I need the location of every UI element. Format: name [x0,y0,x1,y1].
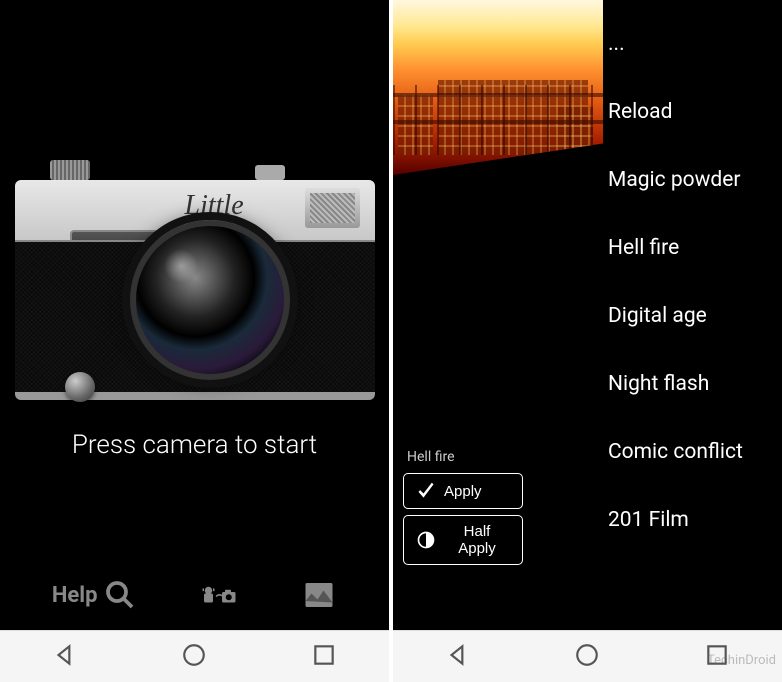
camera-knob [65,372,95,402]
android-navbar [0,630,389,682]
back-icon [445,642,471,668]
gallery-icon [301,577,337,613]
filter-preview-image[interactable] [393,0,603,175]
nav-home-button[interactable] [181,642,207,672]
filter-item-hell-fire[interactable]: Hell fire [602,214,772,282]
help-button[interactable]: Help [52,577,138,613]
camera-brand-label: Little [185,190,244,222]
camera-illustration[interactable]: Little [15,140,375,400]
filter-item-reload[interactable]: Reload [602,78,772,146]
gallery-button[interactable] [301,577,337,613]
back-icon [52,642,78,668]
filter-screen-content: ... Reload Magic powder Hell fire Digita… [393,0,782,630]
apply-button[interactable]: Apply [403,473,523,509]
check-icon [416,481,436,501]
filter-item-night-flash[interactable]: Night flash [602,350,772,418]
android-camera-icon [201,577,237,613]
half-apply-button[interactable]: Half Apply [403,515,523,565]
filter-screen: ... Reload Magic powder Hell fire Digita… [391,0,782,682]
home-icon [181,642,207,668]
bottom-toolbar: Help [0,560,389,630]
filter-list[interactable]: ... Reload Magic powder Hell fire Digita… [602,10,772,554]
filter-item-201-film[interactable]: 201 Film [602,486,772,554]
railing-graphic [393,85,603,155]
start-screen: Little Press camera to start Help [0,0,391,682]
apply-button-label: Apply [444,483,482,500]
flash-icon [305,188,360,228]
filter-item-more[interactable]: ... [602,10,772,78]
watermark: TechinDroid [707,653,776,668]
instruction-text: Press camera to start [72,430,317,460]
home-icon [574,642,600,668]
filter-item-comic-conflict[interactable]: Comic conflict [602,418,772,486]
nav-back-button[interactable] [52,642,78,672]
camera-lens [130,220,290,380]
camera-container: Little Press camera to start [0,0,389,560]
camera-dial [50,160,90,180]
android-navbar: TechinDroid [393,630,782,682]
nav-back-button[interactable] [445,642,471,672]
current-filter-label: Hell fire [403,449,523,465]
half-apply-button-label: Half Apply [444,523,510,557]
magnify-icon [102,577,138,613]
android-camera-button[interactable] [201,577,237,613]
recent-icon [311,642,337,668]
apply-panel: Hell fire Apply Half Apply [403,449,523,565]
nav-recent-button[interactable] [311,642,337,672]
half-circle-icon [416,530,436,550]
help-label: Help [52,583,98,608]
nav-home-button[interactable] [574,642,600,672]
camera-dial [255,165,285,180]
filter-item-magic-powder[interactable]: Magic powder [602,146,772,214]
filter-item-digital-age[interactable]: Digital age [602,282,772,350]
